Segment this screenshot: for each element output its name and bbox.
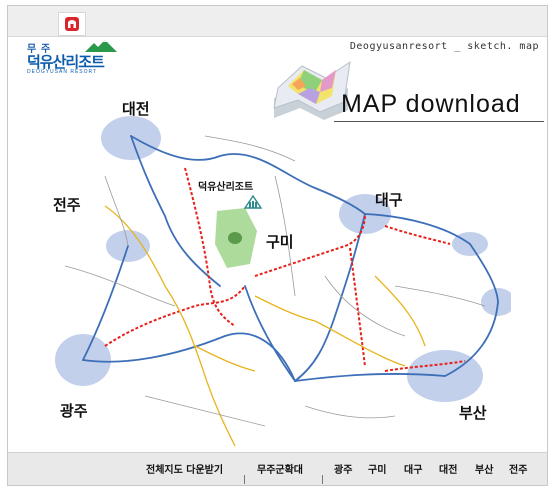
download-menu-bar: 전체지도 다운받기 무주군확대 광주 구미 대구 대전 부산 전주 (8, 452, 547, 485)
page-title: MAP download (341, 90, 521, 118)
logo-sub-text: DEOGYUSAN RESORT (27, 69, 98, 75)
resort-building-icon (244, 194, 262, 209)
city-label-daegu[interactable]: 대구 (375, 189, 403, 210)
menu-gwangju[interactable]: 광주 (334, 461, 352, 476)
city-label-gumi[interactable]: 구미 (266, 231, 294, 252)
menu-muju-expanded[interactable]: 무주군확대 (257, 461, 303, 476)
yellow-roads (104, 205, 426, 447)
menu-full-map-download[interactable]: 전체지도 다운받기 (146, 461, 223, 476)
city-label-gwangju[interactable]: 광주 (60, 400, 88, 421)
resort-area (215, 208, 257, 268)
folded-map-icon (273, 60, 351, 120)
menu-daejeon[interactable]: 대전 (439, 461, 457, 476)
resort-logo[interactable]: 무 주 덕유산리조트 DEOGYUSAN RESORT (27, 40, 117, 76)
menu-gumi[interactable]: 구미 (368, 461, 386, 476)
menu-jeonju[interactable]: 전주 (509, 461, 527, 476)
menu-separator (322, 475, 323, 484)
menu-daegu[interactable]: 대구 (404, 461, 422, 476)
sketch-map-page: 무 주 덕유산리조트 DEOGYUSAN RESORT Deogyusanres… (7, 5, 548, 486)
city-label-daejeon[interactable]: 대전 (122, 98, 150, 119)
resort-home-icon[interactable] (58, 12, 86, 36)
site-caption: Deogyusanresort _ sketch. map (349, 41, 539, 52)
expressways (104, 167, 466, 372)
menu-separator (244, 475, 245, 484)
top-bar (8, 6, 547, 37)
city-label-jeonju[interactable]: 전주 (53, 194, 81, 215)
resort-map-label: 덕유산리조트 (198, 182, 254, 193)
road-map (55, 116, 511, 447)
city-label-busan[interactable]: 부산 (459, 402, 487, 423)
menu-busan[interactable]: 부산 (475, 461, 493, 476)
